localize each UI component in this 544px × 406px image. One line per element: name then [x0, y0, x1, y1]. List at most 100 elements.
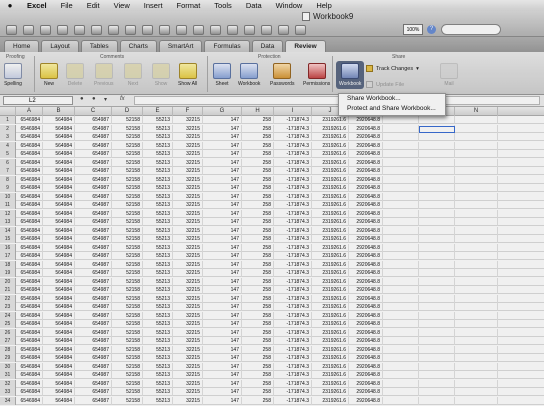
cell[interactable]: 654987 — [75, 269, 112, 277]
menu-tools[interactable]: Tools — [207, 1, 239, 10]
cell[interactable]: 55213 — [143, 243, 173, 252]
select-all-corner[interactable] — [0, 107, 16, 116]
cell[interactable]: 564984 — [43, 124, 75, 133]
column-header-d[interactable]: D — [112, 107, 143, 116]
column-header-c[interactable]: C — [75, 107, 112, 116]
cell[interactable]: 564984 — [43, 396, 75, 405]
cell[interactable]: 6546984 — [16, 354, 43, 362]
row-header[interactable]: 15 — [0, 235, 16, 243]
cell[interactable]: 55213 — [143, 388, 173, 396]
cell[interactable]: 258 — [242, 116, 274, 124]
column-header-h[interactable]: H — [242, 107, 274, 116]
cell[interactable]: 654987 — [75, 124, 112, 133]
cell[interactable]: 52158 — [112, 175, 143, 184]
row-header[interactable]: 25 — [0, 320, 16, 328]
cell[interactable]: 2920648.8 — [349, 345, 383, 354]
cell[interactable]: 6546984 — [16, 303, 43, 311]
cell[interactable] — [419, 311, 455, 320]
cell[interactable]: 654987 — [75, 141, 112, 150]
cell[interactable]: 55213 — [143, 235, 173, 243]
cell[interactable] — [419, 209, 455, 218]
cell[interactable]: 6546984 — [16, 116, 43, 124]
row-header[interactable]: 7 — [0, 167, 16, 175]
cell[interactable]: 654987 — [75, 311, 112, 320]
filter-icon[interactable] — [210, 25, 221, 35]
row-header[interactable]: 31 — [0, 371, 16, 379]
cell[interactable]: 258 — [242, 218, 274, 226]
cell[interactable]: 258 — [242, 252, 274, 260]
previous-comment-button[interactable]: Previous — [94, 63, 113, 87]
row-header[interactable]: 2 — [0, 124, 16, 133]
print-icon[interactable] — [57, 25, 68, 35]
menu-data[interactable]: Data — [239, 1, 269, 10]
cell[interactable]: 2920648.8 — [349, 141, 383, 150]
cell[interactable]: 147 — [203, 260, 242, 269]
cell[interactable] — [419, 184, 455, 192]
cell[interactable]: 32215 — [173, 218, 203, 226]
cell[interactable] — [419, 141, 455, 150]
copy-icon[interactable] — [91, 25, 102, 35]
row-header[interactable]: 34 — [0, 396, 16, 405]
cell[interactable] — [383, 150, 419, 158]
cell[interactable]: 564984 — [43, 388, 75, 396]
cell[interactable]: 6546984 — [16, 328, 43, 337]
row-header[interactable]: 33 — [0, 388, 16, 396]
cell[interactable] — [455, 337, 498, 345]
row-header[interactable]: 20 — [0, 277, 16, 286]
cell[interactable] — [383, 269, 419, 277]
row-header[interactable]: 4 — [0, 141, 16, 150]
cell[interactable]: 147 — [203, 388, 242, 396]
cell[interactable]: 147 — [203, 286, 242, 294]
cell[interactable]: -171874.3 — [274, 209, 312, 218]
cell[interactable]: -171874.3 — [274, 201, 312, 209]
cell[interactable]: 52158 — [112, 320, 143, 328]
cell[interactable]: 147 — [203, 184, 242, 192]
cell[interactable]: 52158 — [112, 226, 143, 235]
cell[interactable]: 6546984 — [16, 286, 43, 294]
cell[interactable]: 6546984 — [16, 218, 43, 226]
row-header[interactable]: 19 — [0, 269, 16, 277]
cell[interactable]: -171874.3 — [274, 345, 312, 354]
cell[interactable]: 654987 — [75, 218, 112, 226]
cell[interactable]: 258 — [242, 294, 274, 303]
cell[interactable]: -171874.3 — [274, 371, 312, 379]
row-header[interactable]: 11 — [0, 201, 16, 209]
cell[interactable]: 55213 — [143, 124, 173, 133]
cell[interactable]: 564984 — [43, 175, 75, 184]
row-header[interactable]: 29 — [0, 354, 16, 362]
column-header-e[interactable]: E — [143, 107, 173, 116]
cell[interactable] — [383, 337, 419, 345]
cell[interactable]: 2920648.8 — [349, 328, 383, 337]
cell[interactable] — [455, 133, 498, 141]
cell[interactable] — [383, 303, 419, 311]
cell[interactable]: 6546984 — [16, 209, 43, 218]
cell[interactable]: 32215 — [173, 294, 203, 303]
cell[interactable]: 258 — [242, 167, 274, 175]
cell[interactable]: -171874.3 — [274, 294, 312, 303]
cell[interactable]: 147 — [203, 192, 242, 201]
cell[interactable]: 52158 — [112, 150, 143, 158]
cell[interactable]: -171874.3 — [274, 141, 312, 150]
cell[interactable]: 564984 — [43, 218, 75, 226]
cell[interactable]: 6546984 — [16, 294, 43, 303]
cell[interactable]: 52158 — [112, 337, 143, 345]
cell[interactable] — [383, 328, 419, 337]
cell[interactable] — [455, 192, 498, 201]
cell[interactable]: 2920648.8 — [349, 158, 383, 167]
cell[interactable]: 55213 — [143, 286, 173, 294]
cell[interactable] — [455, 286, 498, 294]
cell[interactable]: 147 — [203, 158, 242, 167]
cell[interactable] — [455, 158, 498, 167]
cell[interactable]: 52158 — [112, 124, 143, 133]
cell[interactable]: 147 — [203, 175, 242, 184]
cell[interactable] — [383, 184, 419, 192]
cell[interactable] — [419, 175, 455, 184]
cell[interactable]: -171874.3 — [274, 379, 312, 388]
cell[interactable]: 2920648.8 — [349, 184, 383, 192]
cell[interactable]: 32215 — [173, 192, 203, 201]
tab-smartart[interactable]: SmartArt — [158, 40, 203, 52]
cell[interactable]: -171874.3 — [274, 396, 312, 405]
cell[interactable]: 52158 — [112, 201, 143, 209]
cell[interactable]: 2920648.8 — [349, 150, 383, 158]
cell[interactable]: 2319261.6 — [312, 141, 349, 150]
